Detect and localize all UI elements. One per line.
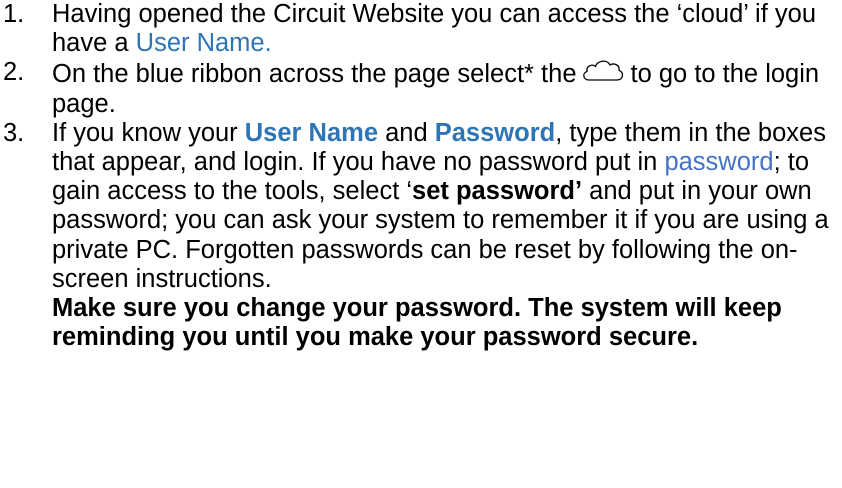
- cloud-icon: [581, 58, 625, 84]
- password-warning: Make sure you change your password. The …: [52, 294, 782, 352]
- user-name-term: User Name: [244, 118, 379, 147]
- step-number: 2.: [3, 58, 25, 87]
- step-number: 1.: [3, 0, 25, 28]
- step-number: 3.: [3, 118, 25, 147]
- set-password-term: set password’: [412, 177, 583, 206]
- step-1: 1. Having opened the Circuit Website you…: [0, 0, 842, 58]
- user-name-link: User Name.: [135, 29, 272, 58]
- password-term: Password: [434, 118, 556, 147]
- step-text: If you know your: [52, 118, 245, 147]
- default-password-text: password: [664, 148, 774, 177]
- step-3: 3. If you know your User Name and Passwo…: [0, 119, 842, 353]
- step-2: 2. On the blue ribbon across the page se…: [0, 58, 842, 118]
- step-text: and: [378, 118, 435, 147]
- step-text: On the blue ribbon across the page selec…: [52, 60, 577, 89]
- steps-list: 1. Having opened the Circuit Website you…: [0, 0, 842, 352]
- instructions-document: 1. Having opened the Circuit Website you…: [0, 0, 842, 488]
